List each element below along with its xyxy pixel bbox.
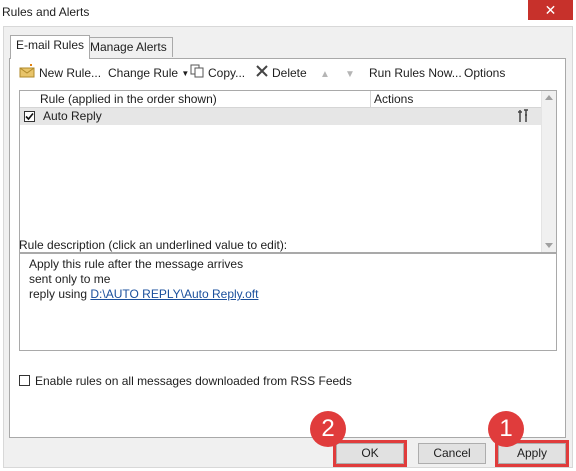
step-marker-2: 2 [310, 411, 346, 447]
close-button[interactable]: ✕ [528, 0, 573, 20]
ok-button[interactable]: OK [336, 443, 404, 464]
new-rule-label: New Rule... [39, 66, 102, 80]
column-divider [370, 91, 371, 107]
tab-email-rules[interactable]: E-mail Rules [10, 35, 91, 59]
change-rule-button[interactable]: Change Rule ▼ [108, 64, 189, 82]
tab-manage-alerts[interactable]: Manage Alerts [84, 37, 173, 57]
copy-label: Copy... [208, 66, 246, 80]
column-header-rule[interactable]: Rule (applied in the order shown) [40, 92, 217, 106]
step-marker-1: 1 [488, 411, 524, 447]
rule-enabled-checkbox[interactable] [24, 111, 35, 122]
new-rule-button[interactable]: New Rule... [19, 64, 101, 82]
arrow-down-icon: ▼ [345, 69, 355, 80]
rule-description-label: Rule description (click an underlined va… [19, 238, 288, 252]
checkmark-icon [25, 112, 34, 121]
copy-icon [190, 64, 205, 83]
new-rule-icon [19, 64, 36, 83]
column-header-actions[interactable]: Actions [374, 92, 413, 106]
window-title: Rules and Alerts [2, 5, 90, 19]
template-path-link[interactable]: D:\AUTO REPLY\Auto Reply.oft [90, 287, 258, 301]
rules-list[interactable]: Rule (applied in the order shown) Action… [19, 90, 557, 253]
change-rule-label: Change Rule [108, 66, 179, 80]
delete-label: Delete [272, 66, 307, 80]
description-line-1: Apply this rule after the message arrive… [29, 257, 244, 271]
options-label: Options [464, 66, 506, 80]
arrow-up-icon: ▲ [320, 69, 330, 80]
run-rules-now-label: Run Rules Now... [369, 66, 462, 80]
description-line-3-prefix: reply using [29, 287, 91, 301]
description-line-2: sent only to me [29, 272, 111, 286]
rule-name: Auto Reply [43, 109, 102, 123]
rule-actions-icon[interactable] [517, 109, 531, 126]
rss-rules-checkbox[interactable] [19, 375, 30, 386]
tab-manage-alerts-label: Manage Alerts [90, 40, 167, 54]
description-line-3: reply using D:\AUTO REPLY\Auto Reply.oft [29, 287, 556, 302]
title-bar: Rules and Alerts ✕ [0, 0, 576, 26]
dialog-content: E-mail Rules Manage Alerts New Rule... C… [3, 26, 573, 468]
scroll-up-icon[interactable] [545, 95, 553, 100]
rules-and-alerts-dialog: Rules and Alerts ✕ E-mail Rules Manage A… [0, 0, 576, 471]
chevron-down-icon: ▼ [181, 68, 190, 78]
copy-rule-button[interactable]: Copy... [190, 64, 245, 82]
rules-list-header: Rule (applied in the order shown) Action… [20, 91, 541, 108]
rule-description-box: Apply this rule after the message arrive… [19, 253, 557, 351]
move-down-button[interactable]: ▼ [345, 64, 355, 82]
rss-rules-label: Enable rules on all messages downloaded … [35, 374, 352, 388]
delete-rule-button[interactable]: Delete [255, 64, 307, 82]
delete-icon [255, 64, 269, 83]
run-rules-now-button[interactable]: Run Rules Now... [369, 64, 462, 82]
rules-list-scrollbar[interactable] [541, 91, 556, 252]
cancel-button[interactable]: Cancel [418, 443, 486, 464]
options-button[interactable]: Options [464, 64, 505, 82]
table-row[interactable]: Auto Reply [20, 108, 541, 125]
tab-email-rules-label: E-mail Rules [16, 38, 85, 52]
move-up-button[interactable]: ▲ [320, 64, 330, 82]
scroll-down-icon[interactable] [545, 243, 553, 248]
